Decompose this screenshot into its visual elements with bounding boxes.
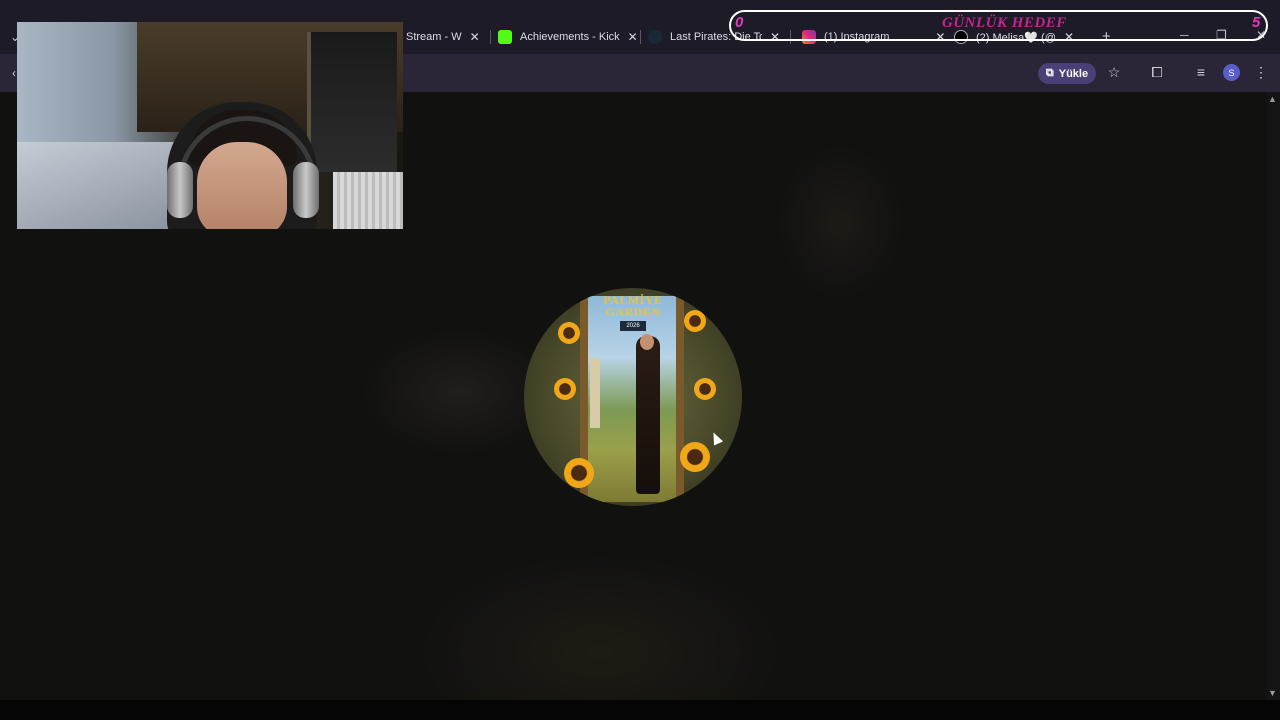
address-bar[interactable] [404,60,1024,88]
kick-icon [498,30,512,44]
tab-separator [640,30,641,44]
steam-icon [648,30,662,44]
photo-title-line2: GARDEN [605,305,661,319]
vertical-scrollbar[interactable] [1266,92,1280,700]
profile-avatar[interactable]: S [1223,64,1240,81]
sunflower-icon [564,458,594,488]
tab-achievements-kick[interactable]: Achievements - Kick ✕ [498,26,638,48]
tab-stream[interactable]: Stream - W ✕ [406,26,480,48]
browser-menu-icon[interactable]: ⋮ [1251,64,1271,81]
install-label: Yükle [1058,67,1089,80]
goal-current-value: 0 [735,14,744,31]
scroll-down-arrow-icon[interactable]: ▼ [1268,688,1277,698]
scroll-up-arrow-icon[interactable]: ▲ [1268,94,1277,104]
sunflower-icon [558,322,580,344]
tab-title: Stream - W [406,31,462,43]
headphone-left-icon [167,162,193,218]
headphone-right-icon [293,162,319,218]
tab-close-icon[interactable]: ✕ [628,30,638,44]
profile-photo[interactable]: PALMİYE GARDEN 2026 [524,288,742,506]
photo-person-head [640,334,654,350]
photo-person [636,336,660,494]
bottom-bar [0,700,1280,720]
sunflower-icon [554,378,576,400]
photo-pillar [590,358,600,428]
sunflower-icon [684,310,706,332]
webcam-bed [17,142,177,229]
extensions-icon[interactable]: ⧠ [1147,64,1167,81]
photo-year-badge: 2026 [620,321,646,331]
sunflower-icon [694,378,716,400]
goal-target-value: 5 [1252,14,1261,31]
tab-title: Achievements - Kick [520,31,620,43]
webcam-overlay [17,22,403,229]
sunflower-icon [680,442,710,472]
webcam-radiator [333,172,403,229]
tab-close-icon[interactable]: ✕ [470,30,480,44]
back-arrow-icon[interactable]: ‹ [12,66,16,80]
install-icon: ⧉ [1045,67,1054,79]
tab-separator [490,30,491,44]
install-app-button[interactable]: ⧉ Yükle [1038,63,1096,84]
photo-title: PALMİYE GARDEN [524,294,742,318]
bookmark-star-icon[interactable]: ☆ [1104,64,1124,81]
goal-title: GÜNLÜK HEDEF [942,15,1067,31]
media-controls-icon[interactable]: ≡ [1191,64,1211,80]
webcam-window [307,32,397,172]
